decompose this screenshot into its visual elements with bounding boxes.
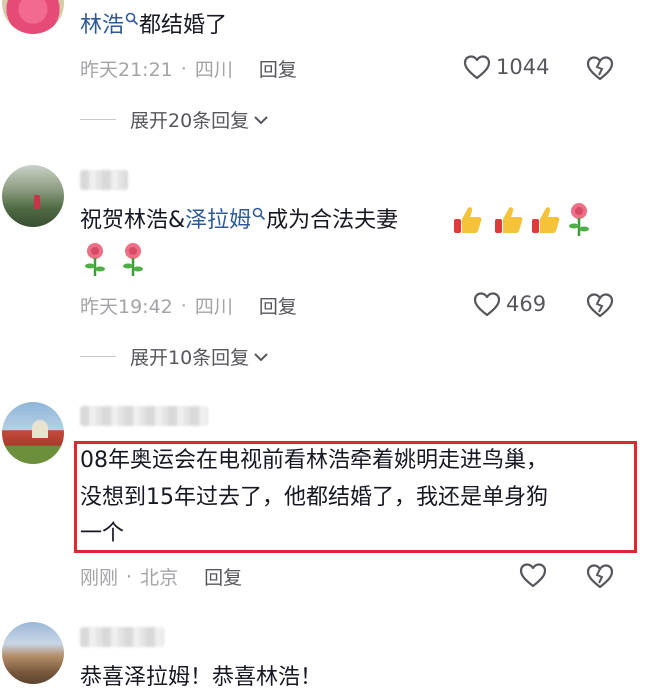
like-button[interactable]	[518, 561, 548, 589]
comment-text-line: 没想到15年过去了，他都结婚了，我还是单身狗	[80, 485, 548, 510]
broken-heart-icon[interactable]	[585, 561, 615, 591]
mention-link[interactable]: 林浩	[80, 13, 124, 38]
thumbs-up-emoji	[532, 207, 560, 233]
chevron-down-icon	[254, 115, 268, 124]
chevron-down-icon	[254, 352, 268, 361]
comment-text: 林浩 都结婚了	[80, 8, 227, 44]
separator: ·	[126, 565, 133, 588]
separator: ·	[180, 57, 187, 80]
comment-meta: 刚刚 · 北京 回复	[80, 563, 242, 590]
comment-meta: 昨天19:42 · 四川 回复	[80, 292, 297, 319]
like-count: 469	[506, 292, 547, 316]
location: 四川	[194, 296, 233, 318]
like-count: 1044	[496, 55, 550, 79]
rose-emoji	[123, 243, 143, 276]
username[interactable]	[80, 170, 128, 190]
divider	[80, 119, 116, 120]
broken-heart-icon[interactable]	[585, 53, 615, 83]
comment-text-prefix: 祝贺林浩&	[80, 208, 186, 233]
rose-emoji	[569, 203, 589, 236]
avatar[interactable]	[2, 0, 64, 34]
divider	[80, 356, 116, 357]
like-button[interactable]: 1044	[462, 53, 549, 81]
avatar[interactable]	[2, 622, 64, 684]
reply-button[interactable]: 回复	[204, 563, 242, 590]
like-button[interactable]: 469	[472, 290, 546, 318]
expand-replies-button[interactable]: 展开10条回复	[80, 343, 269, 370]
location: 北京	[140, 567, 179, 589]
comment-meta: 昨天21:21 · 四川 回复	[80, 55, 297, 82]
broken-heart-icon[interactable]	[585, 290, 615, 320]
expand-replies-button[interactable]: 展开20条回复	[80, 106, 269, 133]
thumbs-up-emoji	[454, 207, 482, 233]
avatar[interactable]	[2, 402, 64, 464]
comment-text-suffix: 成为合法夫妻	[266, 208, 399, 233]
location: 四川	[194, 59, 233, 81]
comment-text: 恭喜泽拉姆！恭喜林浩！	[80, 665, 323, 690]
username[interactable]	[80, 627, 164, 647]
username[interactable]	[80, 406, 208, 426]
reply-button[interactable]: 回复	[259, 55, 297, 82]
timestamp: 昨天21:21	[80, 59, 173, 81]
comment-text-suffix: 都结婚了	[139, 13, 228, 38]
timestamp: 刚刚	[80, 567, 119, 589]
heart-outline-icon	[463, 55, 491, 80]
comment-text-line: 08年奥运会在电视前看林浩牵着姚明走进鸟巢，	[80, 448, 548, 473]
heart-outline-icon	[519, 563, 547, 588]
expand-label: 展开10条回复	[130, 347, 250, 369]
comment-text: 祝贺林浩&泽拉姆 成为合法夫妻	[80, 203, 398, 239]
search-icon[interactable]	[252, 207, 266, 221]
heart-outline-icon	[473, 292, 501, 317]
separator: ·	[180, 294, 187, 317]
reply-button[interactable]: 回复	[259, 292, 297, 319]
search-icon[interactable]	[125, 12, 139, 26]
avatar[interactable]	[2, 165, 64, 227]
mention-link[interactable]: 泽拉姆	[185, 208, 251, 233]
thumbs-up-emoji	[495, 207, 523, 233]
comment-text-line: 一个	[80, 521, 125, 546]
timestamp: 昨天19:42	[80, 296, 173, 318]
rose-emoji	[85, 243, 105, 276]
expand-label: 展开20条回复	[130, 110, 250, 132]
